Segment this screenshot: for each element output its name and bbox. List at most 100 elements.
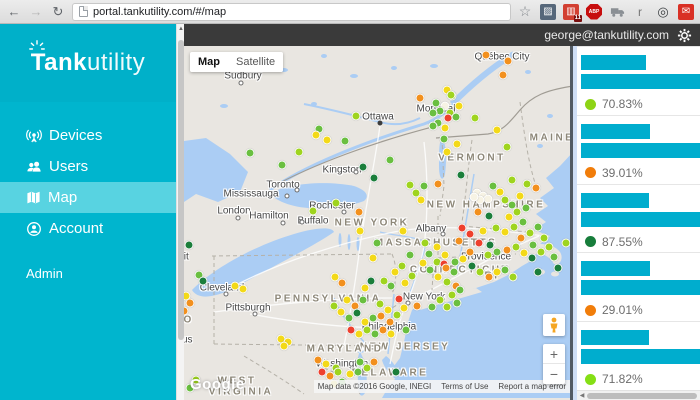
device-marker[interactable] bbox=[386, 318, 395, 327]
r-extension-icon[interactable]: r bbox=[632, 4, 648, 20]
device-marker[interactable] bbox=[246, 149, 255, 158]
device-marker[interactable] bbox=[309, 207, 318, 216]
device-list-item[interactable]: 71.82% bbox=[577, 321, 700, 390]
extension-red-badged-icon[interactable]: ▥11 bbox=[563, 4, 579, 20]
zoom-out-button[interactable]: − bbox=[543, 364, 565, 384]
device-marker[interactable] bbox=[334, 368, 343, 377]
reload-icon[interactable]: ↻ bbox=[50, 5, 66, 18]
device-marker[interactable] bbox=[429, 122, 438, 131]
device-marker[interactable] bbox=[353, 309, 362, 318]
device-marker[interactable] bbox=[199, 277, 208, 286]
device-marker[interactable] bbox=[441, 124, 450, 133]
gear-icon[interactable] bbox=[677, 28, 692, 43]
device-marker[interactable] bbox=[453, 140, 462, 149]
device-marker[interactable] bbox=[503, 246, 512, 255]
device-marker[interactable] bbox=[393, 311, 402, 320]
device-marker[interactable] bbox=[522, 204, 531, 213]
device-marker[interactable] bbox=[459, 255, 468, 264]
device-marker[interactable] bbox=[485, 212, 494, 221]
device-marker[interactable] bbox=[295, 148, 304, 157]
device-marker[interactable] bbox=[425, 250, 434, 259]
device-marker[interactable] bbox=[456, 286, 465, 295]
device-list-item[interactable]: 87.55% bbox=[577, 184, 700, 253]
device-marker[interactable] bbox=[332, 199, 341, 208]
device-marker[interactable] bbox=[450, 268, 459, 277]
device-marker[interactable] bbox=[391, 268, 400, 277]
device-marker[interactable] bbox=[434, 273, 443, 282]
device-marker[interactable] bbox=[433, 243, 442, 252]
device-marker[interactable] bbox=[346, 370, 355, 379]
scrollbar-up-arrow-icon[interactable]: ▲ bbox=[177, 26, 185, 32]
device-marker[interactable] bbox=[447, 91, 456, 100]
device-marker[interactable] bbox=[519, 218, 528, 227]
device-marker[interactable] bbox=[402, 326, 411, 335]
device-marker[interactable] bbox=[455, 237, 464, 246]
device-marker[interactable] bbox=[441, 251, 450, 260]
device-marker[interactable] bbox=[400, 304, 409, 313]
device-marker[interactable] bbox=[457, 171, 466, 180]
device-marker[interactable] bbox=[453, 299, 462, 308]
device-marker[interactable] bbox=[387, 282, 396, 291]
device-marker[interactable] bbox=[534, 268, 543, 277]
device-marker[interactable] bbox=[338, 279, 347, 288]
adblock-icon[interactable]: ABP bbox=[586, 4, 602, 20]
device-marker[interactable] bbox=[185, 241, 194, 250]
device-marker[interactable] bbox=[399, 227, 408, 236]
sidebar-item-devices[interactable]: Devices bbox=[0, 120, 176, 151]
device-marker[interactable] bbox=[451, 258, 460, 267]
extension-blue-icon[interactable]: ▨ bbox=[540, 4, 556, 20]
device-marker[interactable] bbox=[475, 239, 484, 248]
device-marker[interactable] bbox=[508, 176, 517, 185]
device-marker[interactable] bbox=[408, 272, 417, 281]
device-marker[interactable] bbox=[509, 273, 518, 282]
url-text[interactable]: portal.tankutility.com/#/map bbox=[93, 6, 226, 18]
device-marker[interactable] bbox=[474, 208, 483, 217]
device-marker[interactable] bbox=[452, 113, 461, 122]
panel-horizontal-scrollbar[interactable]: ◀ bbox=[577, 390, 700, 400]
sidebar-item-account[interactable]: Account bbox=[0, 213, 176, 244]
device-marker[interactable] bbox=[470, 193, 479, 202]
target-extension-icon[interactable]: ◎ bbox=[655, 4, 671, 20]
horizontal-scrollbar-thumb[interactable] bbox=[587, 393, 697, 399]
device-marker[interactable] bbox=[429, 109, 438, 118]
device-marker[interactable] bbox=[401, 279, 410, 288]
map-canvas[interactable]: SudburyOttawaQuébec CityMontréalKingston… bbox=[184, 46, 573, 400]
mail-extension-icon[interactable]: ✉ bbox=[678, 4, 694, 20]
device-marker[interactable] bbox=[455, 102, 464, 111]
device-marker[interactable] bbox=[370, 174, 379, 183]
device-marker[interactable] bbox=[434, 180, 443, 189]
device-marker[interactable] bbox=[426, 266, 435, 275]
device-marker[interactable] bbox=[493, 126, 502, 135]
device-marker[interactable] bbox=[443, 303, 452, 312]
device-marker[interactable] bbox=[278, 161, 287, 170]
zoom-in-button[interactable]: + bbox=[543, 344, 565, 364]
device-marker[interactable] bbox=[370, 358, 379, 367]
device-marker[interactable] bbox=[482, 51, 491, 60]
device-marker[interactable] bbox=[443, 278, 452, 287]
device-marker[interactable] bbox=[280, 342, 289, 351]
device-marker[interactable] bbox=[443, 148, 452, 157]
device-marker[interactable] bbox=[501, 266, 510, 275]
device-marker[interactable] bbox=[503, 143, 512, 152]
bookmark-star-icon[interactable]: ☆ bbox=[517, 4, 533, 20]
device-marker[interactable] bbox=[359, 296, 368, 305]
device-marker[interactable] bbox=[528, 254, 537, 263]
device-marker[interactable] bbox=[386, 156, 395, 165]
sidebar-item-admin[interactable]: Admin bbox=[0, 266, 176, 281]
device-marker[interactable] bbox=[369, 314, 378, 323]
device-marker[interactable] bbox=[413, 302, 422, 311]
device-marker[interactable] bbox=[523, 180, 532, 189]
device-marker[interactable] bbox=[406, 251, 415, 260]
user-email[interactable]: george@tankutility.com bbox=[544, 28, 669, 42]
device-marker[interactable] bbox=[421, 239, 430, 248]
device-marker[interactable] bbox=[428, 303, 437, 312]
device-marker[interactable] bbox=[466, 230, 475, 239]
device-marker[interactable] bbox=[239, 285, 248, 294]
device-marker[interactable] bbox=[323, 136, 332, 145]
map-type-satellite-button[interactable]: Satellite bbox=[228, 52, 283, 72]
device-marker[interactable] bbox=[416, 94, 425, 103]
device-marker[interactable] bbox=[417, 196, 426, 205]
device-marker[interactable] bbox=[492, 224, 501, 233]
device-list-item[interactable]: 70.83% bbox=[577, 46, 700, 115]
device-marker[interactable] bbox=[367, 277, 376, 286]
